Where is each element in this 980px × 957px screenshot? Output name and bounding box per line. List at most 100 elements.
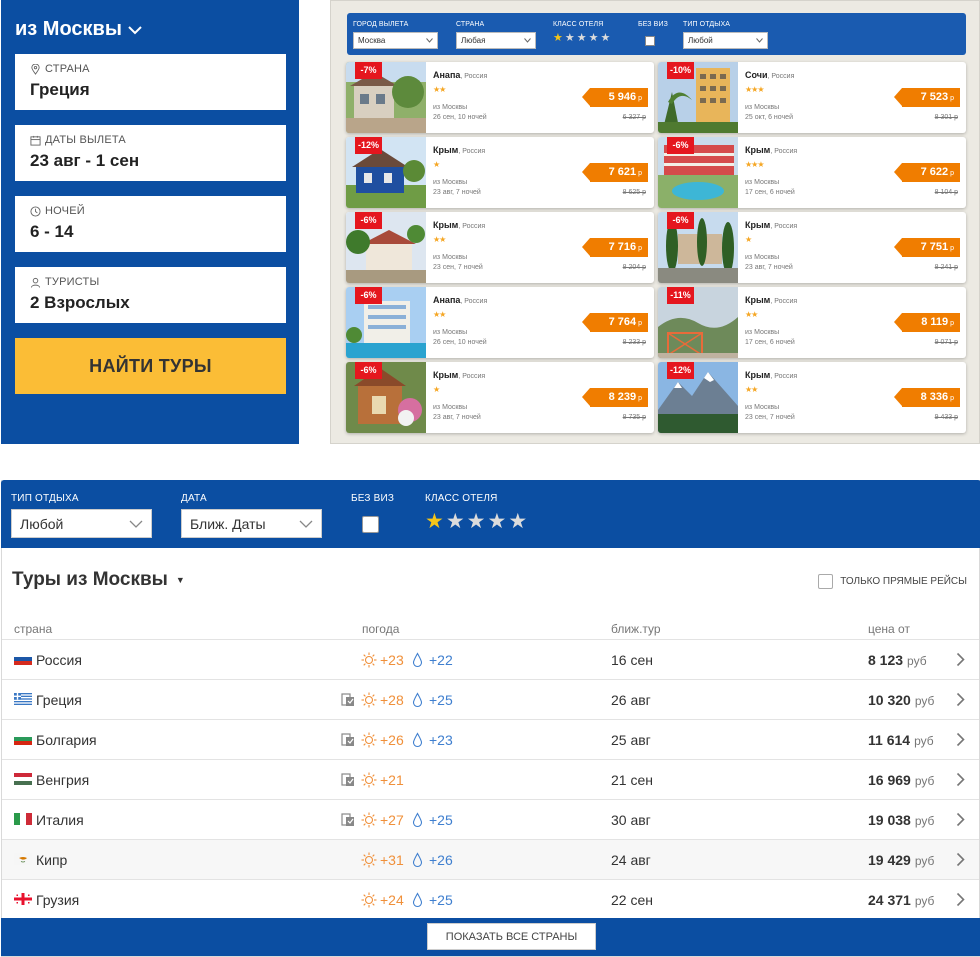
deal-card[interactable]: -6% Крым, Россия ★ из Москвы 23 авг, 7 ночей…: [346, 362, 654, 433]
star-icon[interactable]: ★: [553, 33, 563, 44]
deal-card[interactable]: -12% Крым, Россия ★★ из Москвы 23 сен, 7 ноч…: [658, 362, 966, 433]
chevron-right-icon[interactable]: [956, 732, 965, 747]
price-from: 19 429 руб: [868, 840, 934, 881]
price-from: 8 123 руб: [868, 640, 927, 681]
deals-filter-bar: ГОРОД ВЫЛЕТА Москва СТРАНА Любая КЛАСС О…: [347, 13, 966, 55]
deal-card[interactable]: -6% Крым, Россия ★★ из Москвы 23 сен, 7 ноче…: [346, 212, 654, 283]
deal-departure: из Москвы: [433, 254, 468, 261]
deal-card[interactable]: -11% Крым, Россия ★★ из Москвы 17 сен, 6 ноч…: [658, 287, 966, 358]
dates-field[interactable]: ДАТЫ ВЫЛЕТА 23 авг - 1 сен: [15, 125, 286, 181]
discount-badge: -12%: [667, 362, 694, 379]
deal-price[interactable]: 8 239 р: [582, 388, 648, 407]
tours-title-selector[interactable]: Туры из Москвы ▼: [12, 569, 185, 591]
deal-price[interactable]: 7 716 р: [582, 238, 648, 257]
find-tours-button[interactable]: НАЙТИ ТУРЫ: [15, 338, 286, 394]
star-icon[interactable]: ★: [425, 511, 444, 532]
departure-city-select[interactable]: Москва: [353, 32, 438, 49]
deal-old-price: 8 735 р: [622, 414, 646, 421]
table-row[interactable]: Россия +23 +22 16 сен 8 123 руб: [2, 640, 979, 680]
deal-card[interactable]: -12% Крым, Россия ★ из Москвы 23 авг, 7 ноче…: [346, 137, 654, 208]
hotel-class-stars[interactable]: ★ ★ ★ ★ ★: [425, 511, 527, 532]
star-icon[interactable]: ★: [508, 511, 527, 532]
tourists-field[interactable]: ТУРИСТЫ 2 Взрослых: [15, 267, 286, 323]
deal-departure: из Москвы: [433, 404, 468, 411]
air-temperature: +21: [380, 772, 404, 788]
deal-dates: 25 окт, 6 ночей: [745, 114, 793, 121]
chevron-down-icon: [299, 520, 313, 528]
chevron-right-icon[interactable]: [956, 892, 965, 907]
no-visa-checkbox[interactable]: [362, 516, 379, 533]
country-field[interactable]: СТРАНА Греция: [15, 54, 286, 110]
tours-table: Россия +23 +22 16 сен 8 123 руб Греция +28 +25 26…: [2, 639, 979, 920]
hotel-stars: ★: [433, 385, 440, 394]
direct-flights-toggle[interactable]: ТОЛЬКО ПРЯМЫЕ РЕЙСЫ: [818, 574, 967, 589]
vacation-type-label: ТИП ОТДЫХА: [683, 21, 731, 28]
deal-country: , Россия: [770, 223, 798, 230]
table-row[interactable]: Греция +28 +25 26 авг 10 320 руб: [2, 680, 979, 720]
chevron-right-icon[interactable]: [956, 692, 965, 707]
star-icon[interactable]: ★: [601, 33, 611, 44]
deal-price[interactable]: 7 621 р: [582, 163, 648, 182]
deal-price[interactable]: 7 523 р: [894, 88, 960, 107]
table-row[interactable]: Венгрия +21 21 сен 16 969 руб: [2, 760, 979, 800]
visa-required-icon: [341, 773, 355, 787]
departure-city-value: Москва: [358, 36, 386, 45]
discount-badge: -6%: [667, 137, 694, 154]
deal-price[interactable]: 8 119 р: [894, 313, 960, 332]
table-row[interactable]: Кипр +31 +26 24 авг 19 429 руб: [2, 840, 979, 880]
chevron-down-icon: [524, 38, 531, 43]
deal-card[interactable]: -6% Анапа, Россия ★★ из Москвы 26 сен, 10 но…: [346, 287, 654, 358]
deal-old-price: 9 433 р: [934, 414, 958, 421]
star-icon[interactable]: ★: [589, 33, 599, 44]
deal-old-price: 6 327 р: [622, 114, 646, 121]
no-visa-label: БЕЗ ВИЗ: [351, 493, 395, 504]
vacation-type-select[interactable]: Любой: [11, 509, 152, 538]
star-icon[interactable]: ★: [577, 33, 587, 44]
price-value: 8 123: [868, 652, 904, 668]
discount-badge: -7%: [355, 62, 382, 79]
tours-filter-bar: ТИП ОТДЫХА Любой ДАТА Ближ. Даты БЕЗ ВИЗ…: [1, 480, 980, 548]
deal-card[interactable]: -7% Анапа, Россия ★★ из Москвы 26 сен, 10 но…: [346, 62, 654, 133]
deal-price-value: 8 336: [920, 391, 949, 403]
departure-city-label: ГОРОД ВЫЛЕТА: [353, 21, 409, 28]
hotel-class-stars[interactable]: ★ ★ ★ ★ ★: [553, 33, 610, 44]
departure-city-selector[interactable]: из Москвы: [15, 18, 142, 41]
deal-price[interactable]: 5 946 р: [582, 88, 648, 107]
deal-card[interactable]: -6% Крым, Россия ★ из Москвы 23 авг, 7 ночей…: [658, 212, 966, 283]
deal-country: , Россия: [770, 298, 798, 305]
chevron-right-icon[interactable]: [956, 652, 965, 667]
air-temperature: +26: [380, 732, 404, 748]
direct-flights-checkbox[interactable]: [818, 574, 834, 589]
chevron-right-icon[interactable]: [956, 772, 965, 787]
nights-field[interactable]: НОЧЕЙ 6 - 14: [15, 196, 286, 252]
deal-country: , Россия: [770, 148, 798, 155]
no-visa-checkbox[interactable]: [645, 36, 655, 46]
price-from: 24 371 руб: [868, 880, 934, 921]
deal-price[interactable]: 7 764 р: [582, 313, 648, 332]
deal-resort: Крым: [745, 295, 771, 305]
country-select[interactable]: Любая: [456, 32, 536, 49]
chevron-right-icon[interactable]: [956, 852, 965, 867]
deal-price[interactable]: 8 336 р: [894, 388, 960, 407]
chevron-down-icon: [129, 520, 143, 528]
star-icon[interactable]: ★: [565, 33, 575, 44]
water-drop-icon: [412, 892, 423, 908]
date-select[interactable]: Ближ. Даты: [181, 509, 322, 538]
chevron-right-icon[interactable]: [956, 812, 965, 827]
deal-price[interactable]: 7 751 р: [894, 238, 960, 257]
table-row[interactable]: Италия +27 +25 30 авг 19 038 руб: [2, 800, 979, 840]
deal-card[interactable]: -6% Крым, Россия ★★★ из Москвы 17 сен, 6 ноч…: [658, 137, 966, 208]
table-row[interactable]: Болгария +26 +23 25 авг 11 614 руб: [2, 720, 979, 760]
deal-price-value: 7 751: [920, 241, 949, 253]
star-icon[interactable]: ★: [487, 511, 506, 532]
deal-resort: Анапа: [433, 70, 461, 80]
deal-price[interactable]: 7 622 р: [894, 163, 960, 182]
star-icon[interactable]: ★: [467, 511, 486, 532]
price-value: 10 320: [868, 692, 911, 708]
star-icon[interactable]: ★: [446, 511, 465, 532]
deal-card[interactable]: -10% Сочи, Россия ★★★ из Москвы 25 окт, 6 но…: [658, 62, 966, 133]
table-row[interactable]: Грузия +24 +25 22 сен 24 371 руб: [2, 880, 979, 920]
show-all-countries-button[interactable]: ПОКАЗАТЬ ВСЕ СТРАНЫ: [427, 923, 596, 950]
vacation-type-select[interactable]: Любой: [683, 32, 768, 49]
sun-icon: [361, 732, 377, 748]
